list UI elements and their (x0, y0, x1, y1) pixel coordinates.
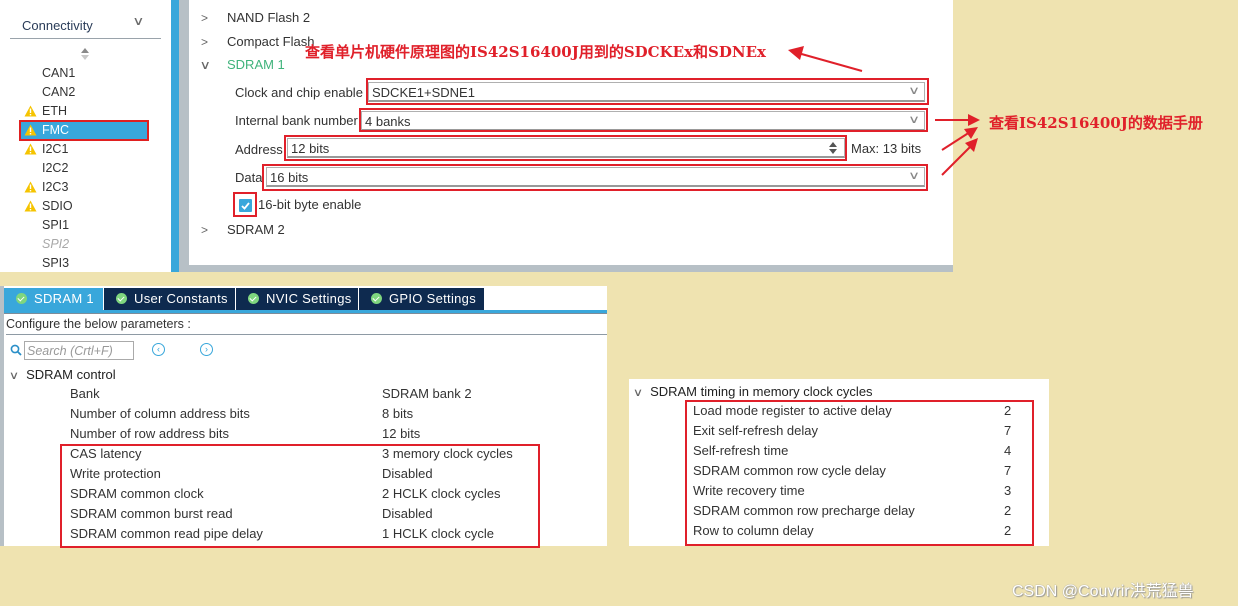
warning-icon (24, 143, 37, 155)
highlight-box (359, 108, 928, 132)
param-value[interactable]: 8 bits (382, 404, 413, 424)
schematic-annotation: 查看单片机硬件原理图的IS42S16400J用到的SDCKEx和SDNEx (305, 43, 766, 61)
warning-icon (24, 124, 37, 136)
param-name: Bank (70, 386, 100, 401)
sidebar-item-can1[interactable]: CAN1 (20, 64, 148, 83)
sidebar-item-label: SPI3 (42, 256, 70, 270)
chevron-down-icon: ∨ (132, 14, 145, 28)
next-match-icon[interactable]: › (200, 343, 213, 356)
category-dropdown[interactable]: Connectivity ∨ (10, 12, 161, 39)
sidebar-item-label: ETH (42, 104, 67, 118)
sidebar-item-label: I2C2 (42, 161, 69, 175)
sidebar-item-label: SPI2 (42, 237, 70, 251)
sidebar-item-eth[interactable]: ETH (20, 102, 148, 121)
sdram-timing-group[interactable]: ∨ SDRAM timing in memory clock cycles (632, 384, 873, 399)
highlight-box (233, 192, 257, 217)
peripheral-sidebar: Connectivity ∨ CAN1 CAN2 ETH FMC I2C1 I2C2 I2C… (0, 0, 171, 272)
chevron-down-icon: ∨ (8, 370, 20, 382)
annotation-arrow (788, 46, 863, 72)
warning-icon (24, 105, 37, 117)
sidebar-item-spi1[interactable]: SPI1 (20, 216, 148, 235)
sidebar-item-i2c3[interactable]: I2C3 (20, 178, 148, 197)
sdram-control-group[interactable]: ∨ SDRAM control (8, 367, 116, 382)
clock-chip-enable-label: Clock and chip enable (235, 85, 363, 100)
config-tabbar: SDRAM 1 User Constants NVIC Settings GPI… (4, 288, 607, 310)
sidebar-item-i2c2[interactable]: I2C2 (20, 159, 148, 178)
check-circle-icon (16, 293, 27, 304)
previous-match-icon[interactable]: ‹ (152, 343, 165, 356)
sidebar-item-fmc[interactable]: FMC (19, 120, 149, 141)
sidebar-item-label: CAN1 (42, 66, 76, 80)
sidebar-item-can2[interactable]: CAN2 (20, 83, 148, 102)
warning-icon (24, 200, 37, 212)
datasheet-annotation: 查看IS42S16400J的数据手册 (989, 114, 1203, 132)
param-value[interactable]: SDRAM bank 2 (382, 384, 472, 404)
address-label: Address (235, 142, 283, 157)
param-value[interactable]: 12 bits (382, 424, 420, 444)
sidebar-item-label: FMC (42, 123, 70, 137)
sidebar-item-label: SPI1 (42, 218, 70, 232)
chevron-right-icon: > (201, 223, 209, 237)
sidebar-item-spi2[interactable]: SPI2 (20, 235, 148, 254)
warning-icon (24, 181, 37, 193)
highlight-box (685, 400, 1034, 546)
sidebar-item-label: I2C3 (42, 180, 69, 194)
watermark: CSDN @Couvrir洪荒猛兽 (1012, 583, 1194, 600)
highlight-box (366, 78, 929, 105)
data-width-label: Data (235, 170, 263, 185)
param-name: Number of column address bits (70, 406, 250, 421)
divider (4, 313, 607, 314)
highlight-box (262, 164, 928, 191)
internal-bank-label: Internal bank number (235, 113, 358, 128)
check-circle-icon (248, 293, 259, 304)
chevron-down-icon: ∨ (199, 58, 211, 72)
sidebar-item-label: SDIO (42, 199, 73, 213)
tab-gpio-settings[interactable]: GPIO Settings (359, 288, 484, 310)
tab-nvic-settings[interactable]: NVIC Settings (236, 288, 358, 310)
sidebar-item-i2c1[interactable]: I2C1 (20, 140, 148, 159)
chevron-right-icon: > (201, 11, 209, 25)
sidebar-item-spi3[interactable]: SPI3 (20, 254, 148, 273)
sidebar-item-label: I2C1 (42, 142, 69, 156)
address-max-label: Max: 13 bits (851, 141, 922, 156)
search-input[interactable]: Search (Crtl+F) (24, 341, 134, 360)
highlight-box (284, 135, 847, 161)
byte-enable-label: 16-bit byte enable (258, 197, 362, 212)
sidebar-splitter[interactable] (171, 0, 179, 272)
sidebar-item-label: CAN2 (42, 85, 76, 99)
configure-instruction: Configure the below parameters : (6, 317, 607, 335)
check-circle-icon (371, 293, 382, 304)
tab-user-constants[interactable]: User Constants (104, 288, 235, 310)
param-name: Number of row address bits (70, 426, 229, 441)
tab-sdram-1[interactable]: SDRAM 1 (4, 288, 103, 310)
chevron-right-icon: > (201, 35, 209, 49)
panel-edge (0, 286, 4, 546)
search-icon (10, 344, 22, 356)
sidebar-item-sdio[interactable]: SDIO (20, 197, 148, 216)
annotation-arrows (935, 114, 980, 176)
check-circle-icon (116, 293, 127, 304)
sort-icon[interactable] (80, 47, 90, 61)
chevron-down-icon: ∨ (632, 387, 644, 399)
highlight-box (60, 444, 540, 548)
category-label: Connectivity (22, 18, 93, 33)
